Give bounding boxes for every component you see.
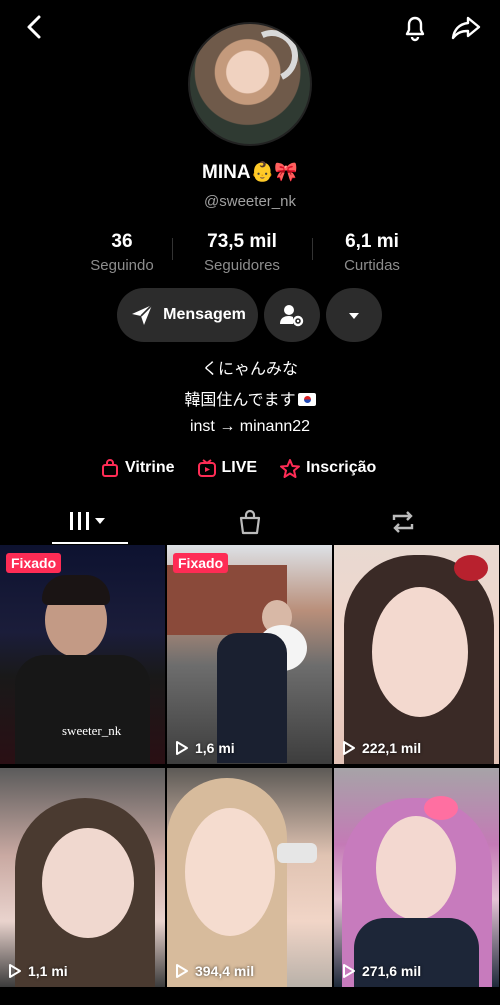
username-handle: @sweeter_nk: [204, 193, 296, 210]
thumbnail-bottle: [277, 843, 317, 863]
watermark-text: sweeter_nk: [62, 723, 122, 738]
thumbnail-face: [185, 808, 275, 936]
bio-line-2: 韓国住んでます: [0, 386, 500, 410]
stat-followers[interactable]: 73,5 mil Seguidores: [172, 228, 312, 278]
play-icon: [176, 964, 188, 978]
stat-following-value: 36: [111, 231, 133, 252]
send-icon: [132, 304, 153, 325]
view-count-value: 222,1 mil: [362, 740, 422, 756]
tab-videos[interactable]: [52, 500, 128, 544]
bio-line-2-text: 韓国住んでます: [184, 392, 296, 409]
pinned-badge: Fixado: [173, 553, 229, 573]
tab-reposts[interactable]: [365, 500, 441, 544]
add-friend-button[interactable]: [264, 288, 320, 342]
thumbnail-face: [376, 816, 456, 920]
stat-likes[interactable]: 6,1 mi Curtidas: [312, 228, 432, 278]
stat-likes-label: Curtidas: [344, 257, 400, 274]
video-thumbnail-4[interactable]: 1,1 mi: [0, 768, 165, 987]
view-count-value: 271,6 mil: [362, 963, 422, 979]
bag-icon: [239, 509, 261, 535]
play-icon: [9, 964, 21, 978]
user-settings-icon: [280, 305, 304, 327]
video-thumbnail-2[interactable]: Fixado 1,6 mi: [167, 545, 332, 764]
video-thumbnail-1[interactable]: Fixado sweeter_nk: [0, 545, 165, 764]
tab-shop[interactable]: [212, 500, 288, 544]
inscricao-link[interactable]: Inscrição: [279, 458, 376, 478]
live-label: LIVE: [221, 459, 258, 476]
repost-icon: [392, 511, 414, 533]
vitrine-link[interactable]: Vitrine: [100, 458, 175, 478]
shopping-bag-icon: [102, 459, 118, 477]
play-icon: [176, 741, 188, 755]
stat-following-label: Seguindo: [90, 257, 154, 274]
vitrine-label: Vitrine: [125, 459, 175, 476]
view-count: 271,6 mil: [342, 963, 421, 979]
video-thumbnail-5[interactable]: 394,4 mil: [167, 768, 332, 987]
thumbnail-face: [42, 828, 134, 938]
message-button[interactable]: Mensagem: [117, 288, 258, 342]
share-icon[interactable]: [448, 10, 484, 44]
video-thumbnail-3[interactable]: 222,1 mil: [334, 545, 499, 764]
view-count: 1,1 mi: [8, 963, 68, 979]
view-count: 222,1 mil: [342, 740, 421, 756]
stat-following[interactable]: 36 Seguindo: [72, 228, 172, 278]
thumbnail-bow: [424, 796, 458, 820]
video-thumbnail-6[interactable]: 271,6 mil: [334, 768, 499, 987]
bell-icon[interactable]: [398, 10, 432, 44]
live-link[interactable]: LIVE: [197, 458, 258, 478]
bio-line-3: inst → minann22: [189, 418, 311, 435]
stat-followers-value: 73,5 mil: [207, 231, 277, 252]
thumbnail-hair: [42, 575, 110, 605]
view-count: 1,6 mi: [175, 740, 235, 756]
stat-likes-value: 6,1 mi: [345, 231, 399, 252]
inscricao-label: Inscrição: [306, 459, 377, 476]
view-count-value: 1,6 mi: [195, 740, 235, 756]
avatar[interactable]: [188, 22, 312, 146]
pinned-badge: Fixado: [6, 553, 62, 573]
play-icon: [343, 964, 355, 978]
name-emojis: 👶🎀: [250, 162, 298, 183]
view-count-value: 1,1 mi: [28, 963, 68, 979]
view-count: 394,4 mil: [175, 963, 254, 979]
display-name: MINA: [202, 162, 251, 183]
stat-followers-label: Seguidores: [204, 257, 280, 274]
thumbnail-hairclip: [454, 555, 488, 581]
thumbnail-jacket: [15, 655, 150, 764]
bio-line-1: くにゃんみな: [201, 361, 298, 378]
profile-stats: 36 Seguindo 73,5 mil Seguidores 6,1 mi C…: [72, 228, 432, 278]
display-name-row: MINA👶🎀: [0, 160, 500, 184]
play-icon: [343, 741, 355, 755]
thumbnail-face: [372, 587, 468, 717]
back-icon[interactable]: [18, 10, 52, 44]
subscription-star-icon: [280, 459, 301, 478]
message-button-label: Mensagem: [163, 306, 246, 323]
korea-flag-icon: [297, 393, 316, 406]
caret-down-icon: [349, 313, 359, 319]
view-count-value: 394,4 mil: [195, 963, 255, 979]
grid-bars-icon: [70, 512, 105, 530]
tv-icon: [197, 459, 216, 477]
profile-links: Vitrine LIVE Inscrição: [100, 456, 398, 480]
more-options-button[interactable]: [326, 288, 382, 342]
content-tabs: [0, 500, 500, 544]
